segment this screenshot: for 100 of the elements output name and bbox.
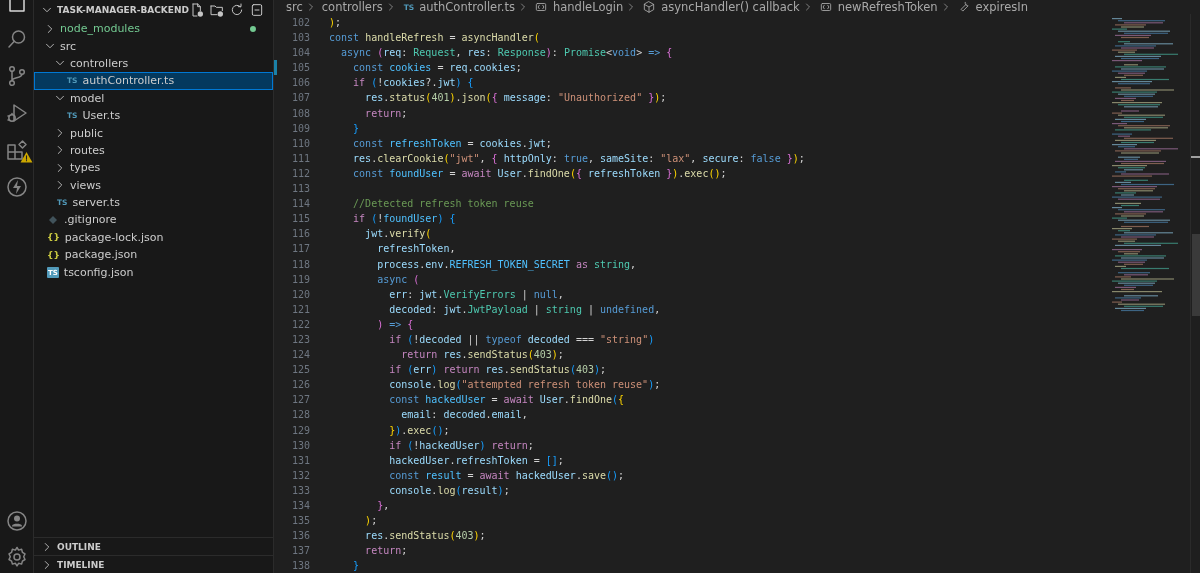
tree-item[interactable]: .gitignore [34, 211, 273, 229]
line-number: 127 [290, 393, 310, 408]
panel-section-header[interactable]: OUTLINE [34, 537, 273, 555]
code-line: } [352, 121, 360, 136]
tree-item[interactable]: {} package.json [34, 246, 273, 264]
tree-item[interactable]: views [34, 176, 273, 194]
line-number: 111 [290, 151, 310, 166]
file-name: node_modules [60, 22, 140, 36]
line-number: 136 [290, 529, 310, 544]
file-name: model [70, 91, 105, 105]
file-name: authController.ts [82, 74, 175, 88]
tree-item[interactable]: routes [34, 141, 273, 160]
line-number: 124 [290, 348, 310, 363]
tree-item[interactable]: types [34, 159, 273, 177]
panel-section-header[interactable]: TIMELINE [34, 555, 273, 573]
code-line: ); [329, 16, 342, 30]
scroll-marker [1191, 156, 1200, 158]
tree-item[interactable]: {} package-lock.json [34, 228, 273, 247]
scrollbar-track[interactable] [1190, 14, 1200, 573]
code-line: } [352, 559, 360, 573]
json-file-icon: {} [47, 249, 60, 260]
code-line: jwt.verify( [364, 227, 432, 242]
lightning-icon[interactable] [4, 175, 29, 199]
code-line: decoded: jwt.JwtPayload | string | undefined, [388, 302, 661, 317]
file-name: .gitignore [64, 213, 117, 227]
file-name: public [70, 126, 104, 140]
collapse-all-icon[interactable] [249, 2, 265, 18]
line-number: 128 [290, 408, 310, 423]
line-number: 103 [290, 31, 310, 46]
line-number: 131 [290, 453, 310, 468]
code-line: const cookies = req.cookies; [352, 61, 522, 76]
code-line: if (!cookies?.jwt) { [352, 76, 474, 91]
line-number: 130 [290, 438, 310, 453]
file-name: src [60, 39, 77, 53]
line-number: 114 [290, 197, 310, 212]
run-debug-icon[interactable] [4, 101, 29, 125]
file-name: tsconfig.json [63, 265, 134, 279]
line-number: 132 [290, 468, 310, 483]
line-number: 106 [290, 76, 310, 91]
code-line: //Detected refresh token reuse [352, 197, 534, 212]
json-file-icon: {} [47, 232, 60, 243]
breadcrumb-item[interactable]: asyncHandler() callback [661, 0, 800, 14]
scrollbar-thumb[interactable] [1192, 234, 1200, 316]
new-folder-icon[interactable] [209, 2, 225, 18]
tree-item[interactable]: public [34, 124, 273, 142]
code-line: if (!foundUser) { [352, 212, 456, 227]
code-line: email: decoded.email, [400, 408, 528, 423]
code-line: refreshToken, [376, 242, 456, 257]
refresh-icon[interactable] [229, 2, 245, 18]
line-number: 112 [290, 166, 310, 181]
file-name: routes [70, 143, 105, 157]
tree-item[interactable]: node_modules [34, 20, 273, 38]
line-number: 123 [290, 332, 310, 347]
code-line: return res.sendStatus(403); [400, 348, 564, 363]
code-line: if (!hackedUser) return; [388, 438, 534, 453]
line-number: 118 [290, 257, 310, 272]
code-line: return; [364, 544, 408, 559]
file-name: package-lock.json [64, 230, 164, 244]
code-line: console.log(result); [388, 483, 510, 498]
file-name: User.ts [82, 109, 121, 123]
breadcrumb-item[interactable]: handleLogin [553, 0, 624, 14]
new-file-icon[interactable] [189, 2, 205, 18]
variable-icon [818, 0, 833, 14]
variable-icon [534, 0, 548, 14]
line-number: 115 [290, 212, 310, 227]
code-line: ) => { [376, 317, 414, 332]
code-line: const foundUser = await User.findOne({ refreshToken }).exec(); [352, 166, 727, 181]
explorer-title: TASK-MANAGER-BACKEND [57, 5, 189, 15]
code-line: const result = await hackedUser.save(); [388, 468, 625, 483]
account-icon[interactable] [4, 509, 29, 533]
code-line: const refreshToken = cookies.jwt; [352, 136, 552, 151]
line-number: 105 [290, 61, 310, 76]
breadcrumb-item[interactable]: authController.ts [419, 0, 515, 14]
extensions-icon[interactable] [4, 138, 29, 162]
line-number: 108 [290, 106, 310, 121]
tree-item[interactable]: model [34, 89, 273, 107]
line-number: 116 [290, 227, 310, 242]
file-name: views [70, 178, 102, 192]
code-line: res.clearCookie("jwt", { httpOnly: true, sameSite: "lax", secure: false }); [352, 151, 805, 166]
file-name: controllers [70, 56, 129, 70]
line-number: 119 [290, 272, 310, 287]
code-line: async ( [376, 272, 420, 287]
diamond-file-icon [47, 214, 59, 226]
line-number: 113 [290, 182, 310, 197]
line-number: 122 [290, 317, 310, 332]
line-number: 121 [290, 302, 310, 317]
tree-item[interactable]: src [34, 37, 273, 55]
line-number: 120 [290, 287, 310, 302]
breadcrumb-item[interactable]: src [286, 0, 303, 14]
code-line: ); [364, 514, 378, 529]
line-number: 110 [290, 136, 310, 151]
code-line: return; [364, 106, 408, 121]
line-number: 135 [290, 514, 310, 529]
breadcrumb-item[interactable]: controllers [321, 0, 383, 14]
tree-item[interactable]: controllers [34, 54, 273, 73]
code-line: }).exec(); [388, 423, 450, 438]
breadcrumb-item[interactable]: newRefreshToken [837, 0, 938, 14]
breadcrumb-item[interactable]: expiresIn [975, 0, 1028, 14]
code-line: console.log("attempted refresh token reuse"); [388, 378, 661, 393]
line-number: 137 [290, 544, 310, 559]
